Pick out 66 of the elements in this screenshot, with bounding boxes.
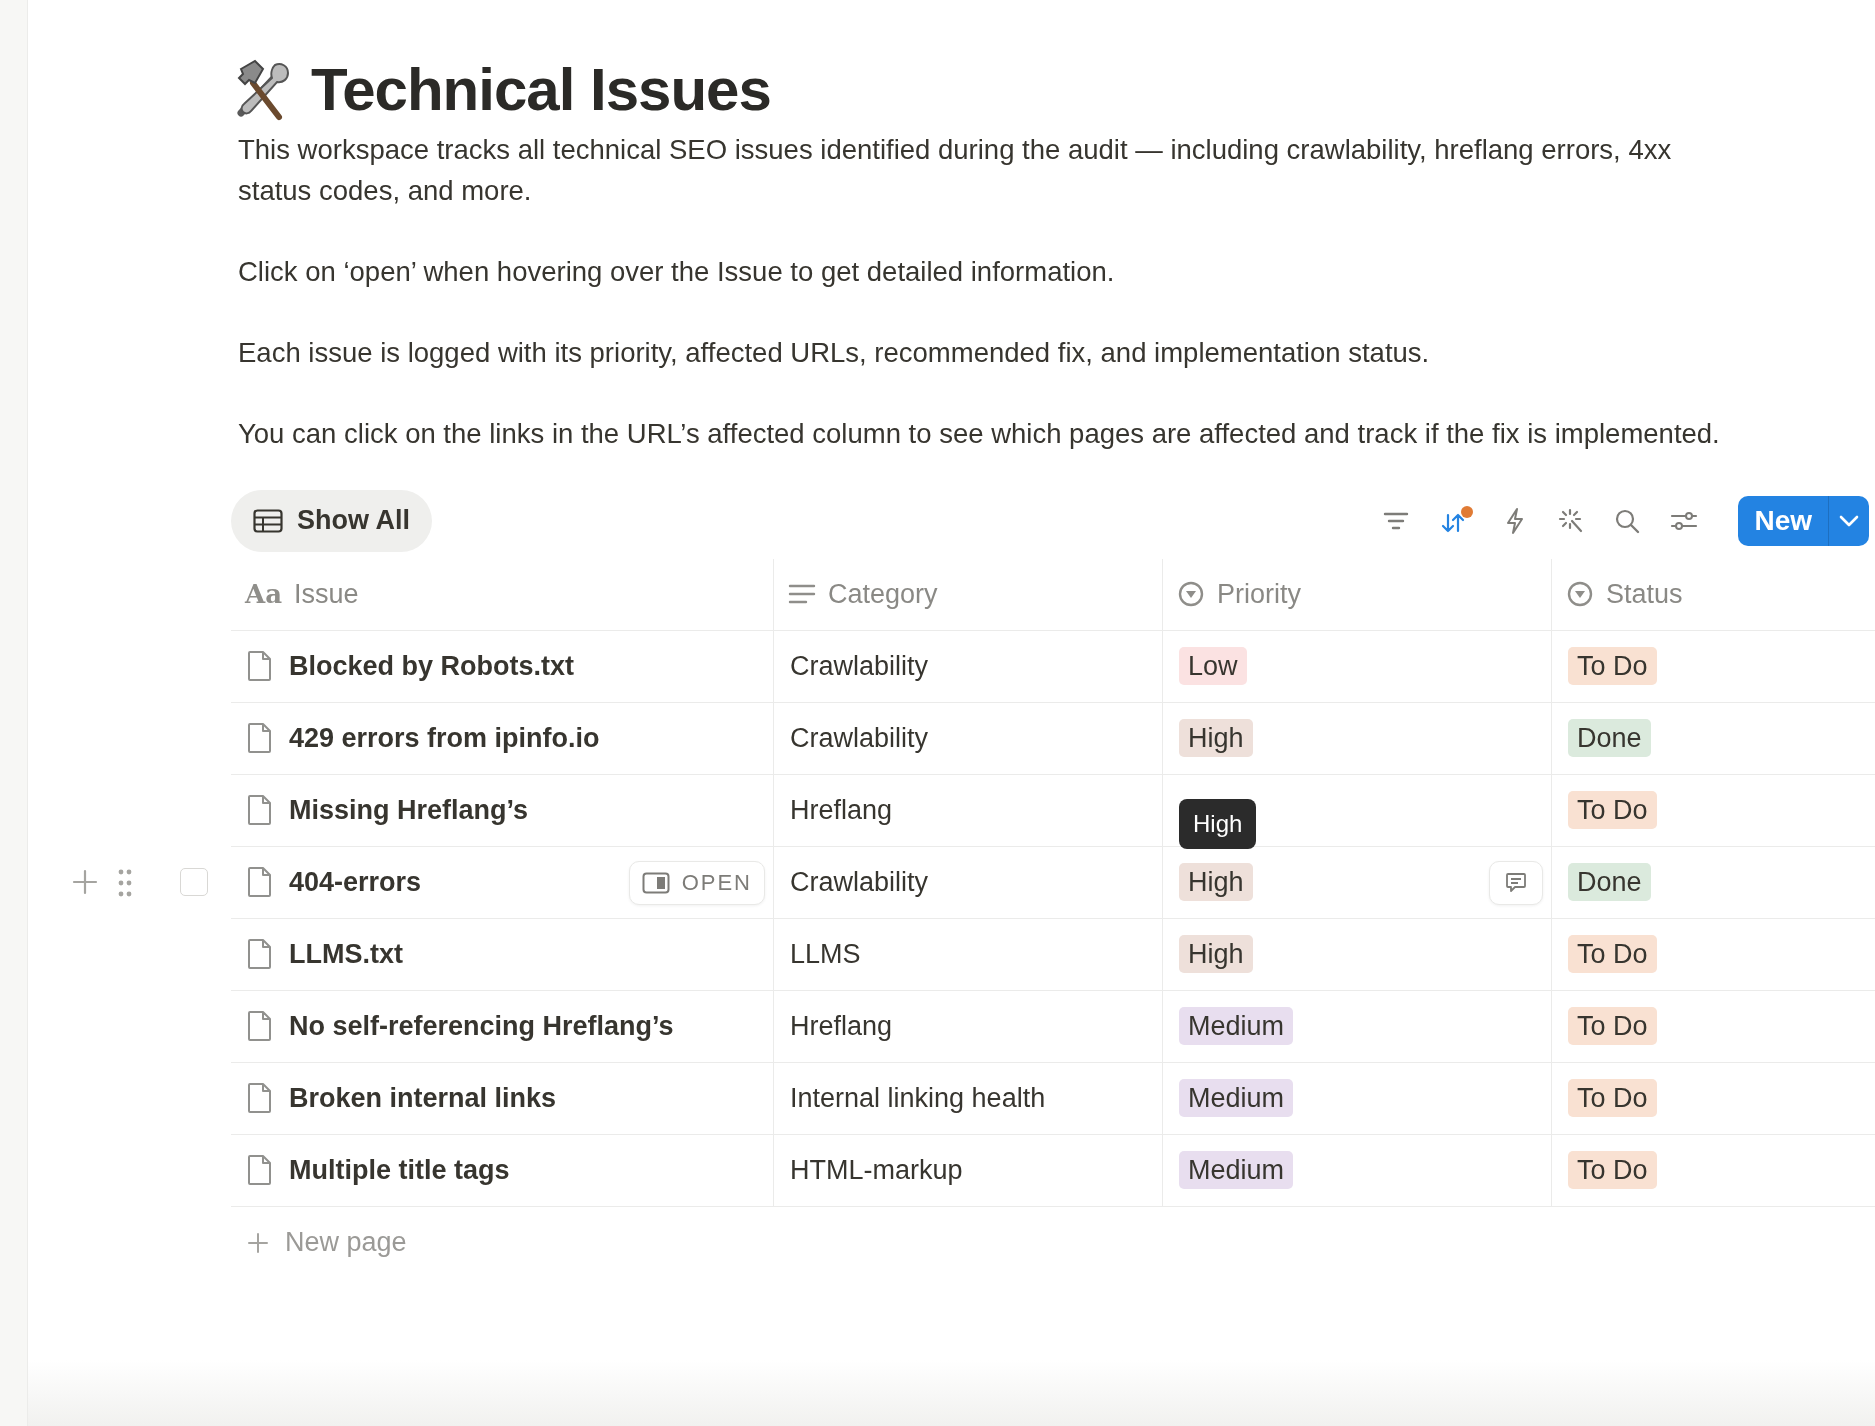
category-cell: Hreflang bbox=[774, 774, 1163, 847]
tag-label: To Do bbox=[1568, 1079, 1657, 1118]
column-header[interactable]: Issue bbox=[294, 578, 359, 610]
category-cell: Crawlability bbox=[774, 702, 1163, 775]
issue-title[interactable]: No self-referencing Hreflang’s bbox=[289, 1010, 674, 1042]
row-checkbox[interactable] bbox=[180, 867, 208, 896]
category-cell: Crawlability bbox=[774, 846, 1163, 919]
tag-label: Medium bbox=[1179, 1151, 1294, 1190]
tag-label: To Do bbox=[1568, 791, 1657, 830]
tag-label: To Do bbox=[1568, 1007, 1657, 1046]
description-paragraph: Click on ‘open’ when hovering over the Issue to get detailed information. bbox=[238, 254, 1116, 289]
tag-label: High bbox=[1179, 863, 1253, 902]
issue-title[interactable]: Broken internal links bbox=[289, 1082, 557, 1114]
search-icon bbox=[1614, 507, 1641, 534]
tag-label: Medium bbox=[1179, 1079, 1294, 1118]
tag-label: Medium bbox=[1179, 1007, 1294, 1046]
page-icon bbox=[247, 722, 273, 755]
column-header[interactable]: Status bbox=[1606, 578, 1683, 610]
open-button[interactable]: OPEN bbox=[628, 860, 765, 905]
description-paragraph: Each issue is logged with its priority, affected URLs, recommended fix, and implementation status. bbox=[238, 335, 1431, 370]
tag-label: Low bbox=[1179, 647, 1247, 686]
column-header[interactable]: Priority bbox=[1217, 578, 1301, 610]
page-icon bbox=[247, 938, 273, 971]
tooltip: High bbox=[1179, 798, 1257, 849]
page-icon bbox=[247, 794, 273, 827]
caret-icon bbox=[1839, 514, 1859, 527]
select-property-icon bbox=[1177, 580, 1205, 609]
issue-title[interactable]: 429 errors from ipinfo.io bbox=[289, 722, 600, 754]
add-icon bbox=[247, 1231, 269, 1254]
issue-title[interactable]: Blocked by Robots.txt bbox=[289, 650, 575, 682]
tag-label: High bbox=[1179, 935, 1253, 974]
page-icon bbox=[247, 1154, 273, 1187]
issue-title[interactable]: 404-errors bbox=[289, 866, 422, 898]
description-paragraph: This workspace tracks all technical SEO issues identified during the audit — including crawlability, hreflang errors, 4xx status codes, and more. bbox=[238, 133, 1673, 208]
title-property-icon: Aa bbox=[245, 579, 283, 610]
page-title: Technical Issues bbox=[311, 55, 771, 125]
comment-button[interactable] bbox=[1489, 860, 1543, 905]
page-icon bbox=[247, 1010, 273, 1043]
side-panel-icon bbox=[641, 871, 670, 894]
page-icon bbox=[247, 1082, 273, 1115]
add-icon[interactable] bbox=[72, 868, 98, 895]
tag-label: To Do bbox=[1568, 1151, 1657, 1190]
tag-label: To Do bbox=[1568, 647, 1657, 686]
magic-wand-icon bbox=[1556, 506, 1585, 535]
tag-label: Done bbox=[1568, 719, 1651, 758]
text-property-icon bbox=[788, 583, 816, 606]
category-cell: HTML-markup bbox=[774, 1134, 1163, 1207]
issue-title[interactable]: LLMS.txt bbox=[289, 938, 403, 970]
tag-label: Done bbox=[1568, 863, 1651, 902]
category-cell: LLMS bbox=[774, 918, 1163, 991]
description-paragraph: You can click on the links in the URL’s affected column to see which pages are affected and track if the fix is implemented. bbox=[238, 417, 1721, 452]
table-icon bbox=[253, 508, 283, 533]
comment-icon bbox=[1505, 871, 1527, 894]
category-cell: Hreflang bbox=[774, 990, 1163, 1063]
column-header[interactable]: Category bbox=[828, 578, 938, 610]
tag-label: High bbox=[1179, 719, 1253, 758]
issue-title[interactable]: Multiple title tags bbox=[289, 1154, 510, 1186]
select-property-icon bbox=[1566, 580, 1594, 609]
page-icon bbox=[247, 866, 273, 899]
category-cell: Internal linking health bbox=[774, 1062, 1163, 1135]
tag-label: To Do bbox=[1568, 935, 1657, 974]
drag-handle-icon[interactable] bbox=[118, 868, 132, 897]
category-cell: Crawlability bbox=[774, 630, 1163, 703]
view-tab[interactable]: Show All bbox=[231, 489, 432, 552]
issue-title[interactable]: Missing Hreflang’s bbox=[289, 794, 529, 826]
page-icon bbox=[247, 650, 273, 683]
